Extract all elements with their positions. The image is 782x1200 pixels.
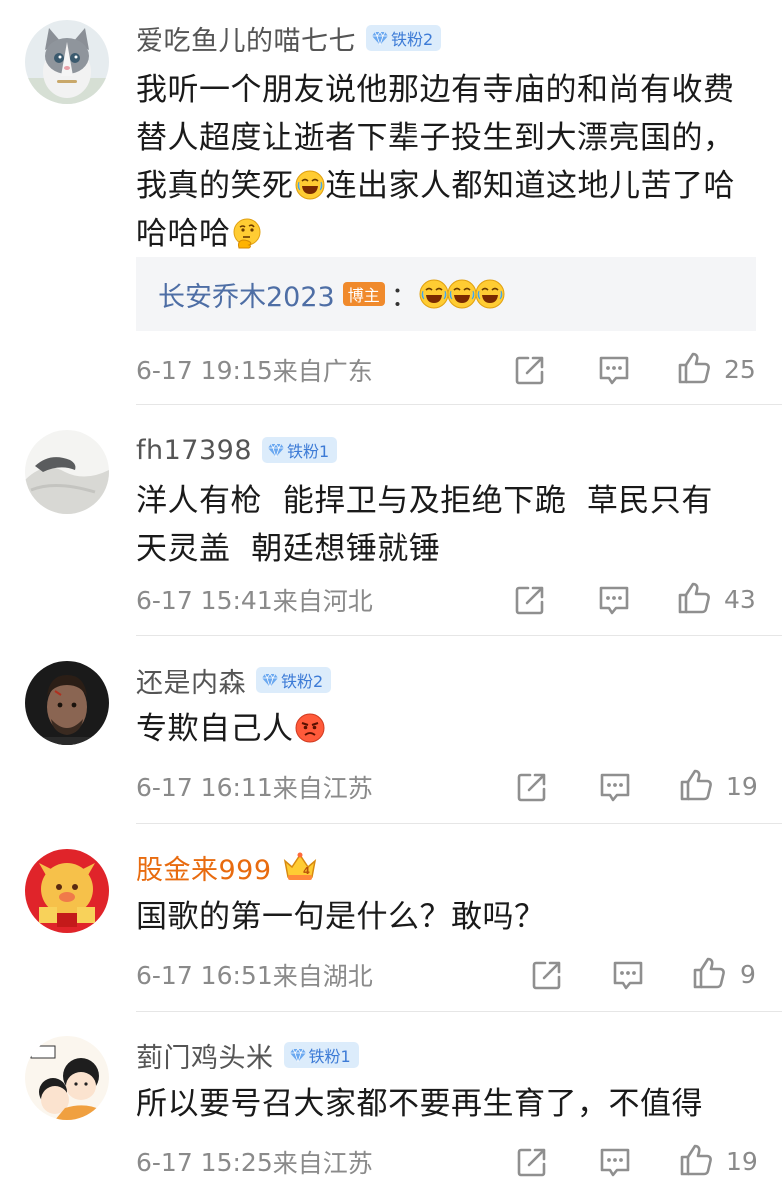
avatar[interactable] <box>25 661 109 745</box>
host-tag: 博主 <box>342 282 385 306</box>
avatar[interactable] <box>25 1036 109 1120</box>
comment-icon[interactable] <box>598 770 632 804</box>
laugh-cry-emoji-icon <box>294 169 326 201</box>
diamond-icon <box>290 1047 306 1063</box>
share-icon[interactable] <box>513 583 547 617</box>
comment-line-part: 我真的笑死 <box>136 168 294 204</box>
username[interactable]: 股金来999 <box>136 848 272 887</box>
angry-emoji-icon <box>294 712 326 744</box>
reply-colon: ： <box>390 281 418 313</box>
comment-line-part: 哈哈哈 <box>136 216 231 252</box>
comment-line: 专欺自己人 <box>136 705 754 753</box>
share-icon[interactable] <box>513 353 547 387</box>
timestamp: 6-17 16:11 <box>136 772 273 802</box>
comment-line-part: 连出家人都知道这地儿苦了哈 <box>325 168 735 204</box>
timestamp: 6-17 16:51 <box>136 960 273 990</box>
thumbs-up-icon[interactable] <box>677 581 711 615</box>
comment-line: 国歌的第一句是什么？敢吗？ <box>136 899 546 935</box>
location: 来自江苏 <box>272 1149 373 1178</box>
laugh-cry-emoji-icon <box>474 278 506 310</box>
like-count: 25 <box>724 355 756 384</box>
thumbs-up-icon[interactable] <box>679 768 713 802</box>
timestamp: 6-17 19:15 <box>136 355 273 385</box>
share-icon[interactable] <box>515 770 549 804</box>
comment-line-part: 专欺自己人 <box>136 711 294 747</box>
comment-line: 我真的笑死 连出家人都知道这地儿苦了哈 <box>136 162 754 210</box>
username[interactable]: 爱吃鱼儿的喵七七 <box>136 19 356 58</box>
comment-meta: 6-17 16:51 来自湖北 <box>136 955 782 995</box>
divider <box>136 404 782 405</box>
comment-text: 国歌的第一句是什么？敢吗？ <box>136 893 754 941</box>
location: 来自广东 <box>272 357 373 386</box>
comment-line: 洋人有枪 能捍卫与及拒绝下跪 草民只有 <box>136 483 713 519</box>
location: 来自江苏 <box>272 774 373 803</box>
like-count: 9 <box>740 960 756 989</box>
username[interactable]: 菿门鸡头米 <box>136 1036 274 1075</box>
diamond-icon <box>372 30 388 46</box>
divider <box>136 1011 782 1012</box>
reply-preview[interactable]: 长安乔木2023 博主 ： <box>136 257 756 331</box>
location: 来自湖北 <box>272 962 373 991</box>
svg-text:4: 4 <box>303 866 310 877</box>
thumbs-up-icon[interactable] <box>677 351 711 385</box>
username[interactable]: fh17398 <box>136 435 252 466</box>
comment-text: 所以要号召大家都不要再生育了，不值得 <box>136 1080 754 1128</box>
fan-badge[interactable]: 铁粉1 <box>283 1042 359 1068</box>
like-count: 43 <box>724 585 756 614</box>
comment-text: 我听一个朋友说他那边有寺庙的和尚有收费 替人超度让逝者下辈子投生到大漂亮国的， … <box>136 66 754 258</box>
diamond-icon <box>268 442 284 458</box>
fan-badge-label: 铁粉1 <box>287 442 330 461</box>
like-count: 19 <box>726 772 758 801</box>
like-count: 19 <box>726 1147 758 1176</box>
comment-line: 天灵盖 朝廷想锤就锤 <box>136 531 441 567</box>
divider <box>136 635 782 636</box>
fan-badge-label: 铁粉1 <box>308 1047 351 1066</box>
fan-badge-label: 铁粉2 <box>281 672 324 691</box>
diamond-icon <box>262 672 278 688</box>
timestamp: 6-17 15:41 <box>136 585 273 615</box>
avatar[interactable] <box>25 20 109 104</box>
avatar[interactable] <box>25 430 109 514</box>
share-icon[interactable] <box>515 1145 549 1179</box>
username[interactable]: 还是内森 <box>136 661 246 700</box>
location: 来自河北 <box>272 587 373 616</box>
avatar[interactable] <box>25 849 109 933</box>
divider <box>136 823 782 824</box>
comment-line: 哈哈哈 <box>136 210 754 258</box>
comment-line: 我听一个朋友说他那边有寺庙的和尚有收费 <box>136 72 735 108</box>
fan-badge[interactable]: 铁粉1 <box>262 437 338 463</box>
comment-text: 洋人有枪 能捍卫与及拒绝下跪 草民只有 天灵盖 朝廷想锤就锤 <box>136 477 754 573</box>
reply-username[interactable]: 长安乔木2023 <box>158 275 335 314</box>
comment-line: 所以要号召大家都不要再生育了，不值得 <box>136 1086 703 1122</box>
thumbs-up-icon[interactable] <box>692 956 726 990</box>
fan-badge[interactable]: 铁粉2 <box>256 667 332 693</box>
comment-line: 替人超度让逝者下辈子投生到大漂亮国的， <box>136 120 735 156</box>
comment-icon[interactable] <box>611 958 645 992</box>
crown-icon[interactable]: 4 <box>282 851 318 883</box>
share-icon[interactable] <box>530 958 564 992</box>
timestamp: 6-17 15:25 <box>136 1147 273 1177</box>
comment-icon[interactable] <box>598 1145 632 1179</box>
comment-text: 专欺自己人 <box>136 705 754 753</box>
thumbs-up-icon[interactable] <box>679 1143 713 1177</box>
fan-badge[interactable]: 铁粉2 <box>366 25 442 51</box>
comment-icon[interactable] <box>597 353 631 387</box>
fan-badge-label: 铁粉2 <box>391 30 434 49</box>
comment-icon[interactable] <box>597 583 631 617</box>
thinking-emoji-icon <box>231 217 263 249</box>
